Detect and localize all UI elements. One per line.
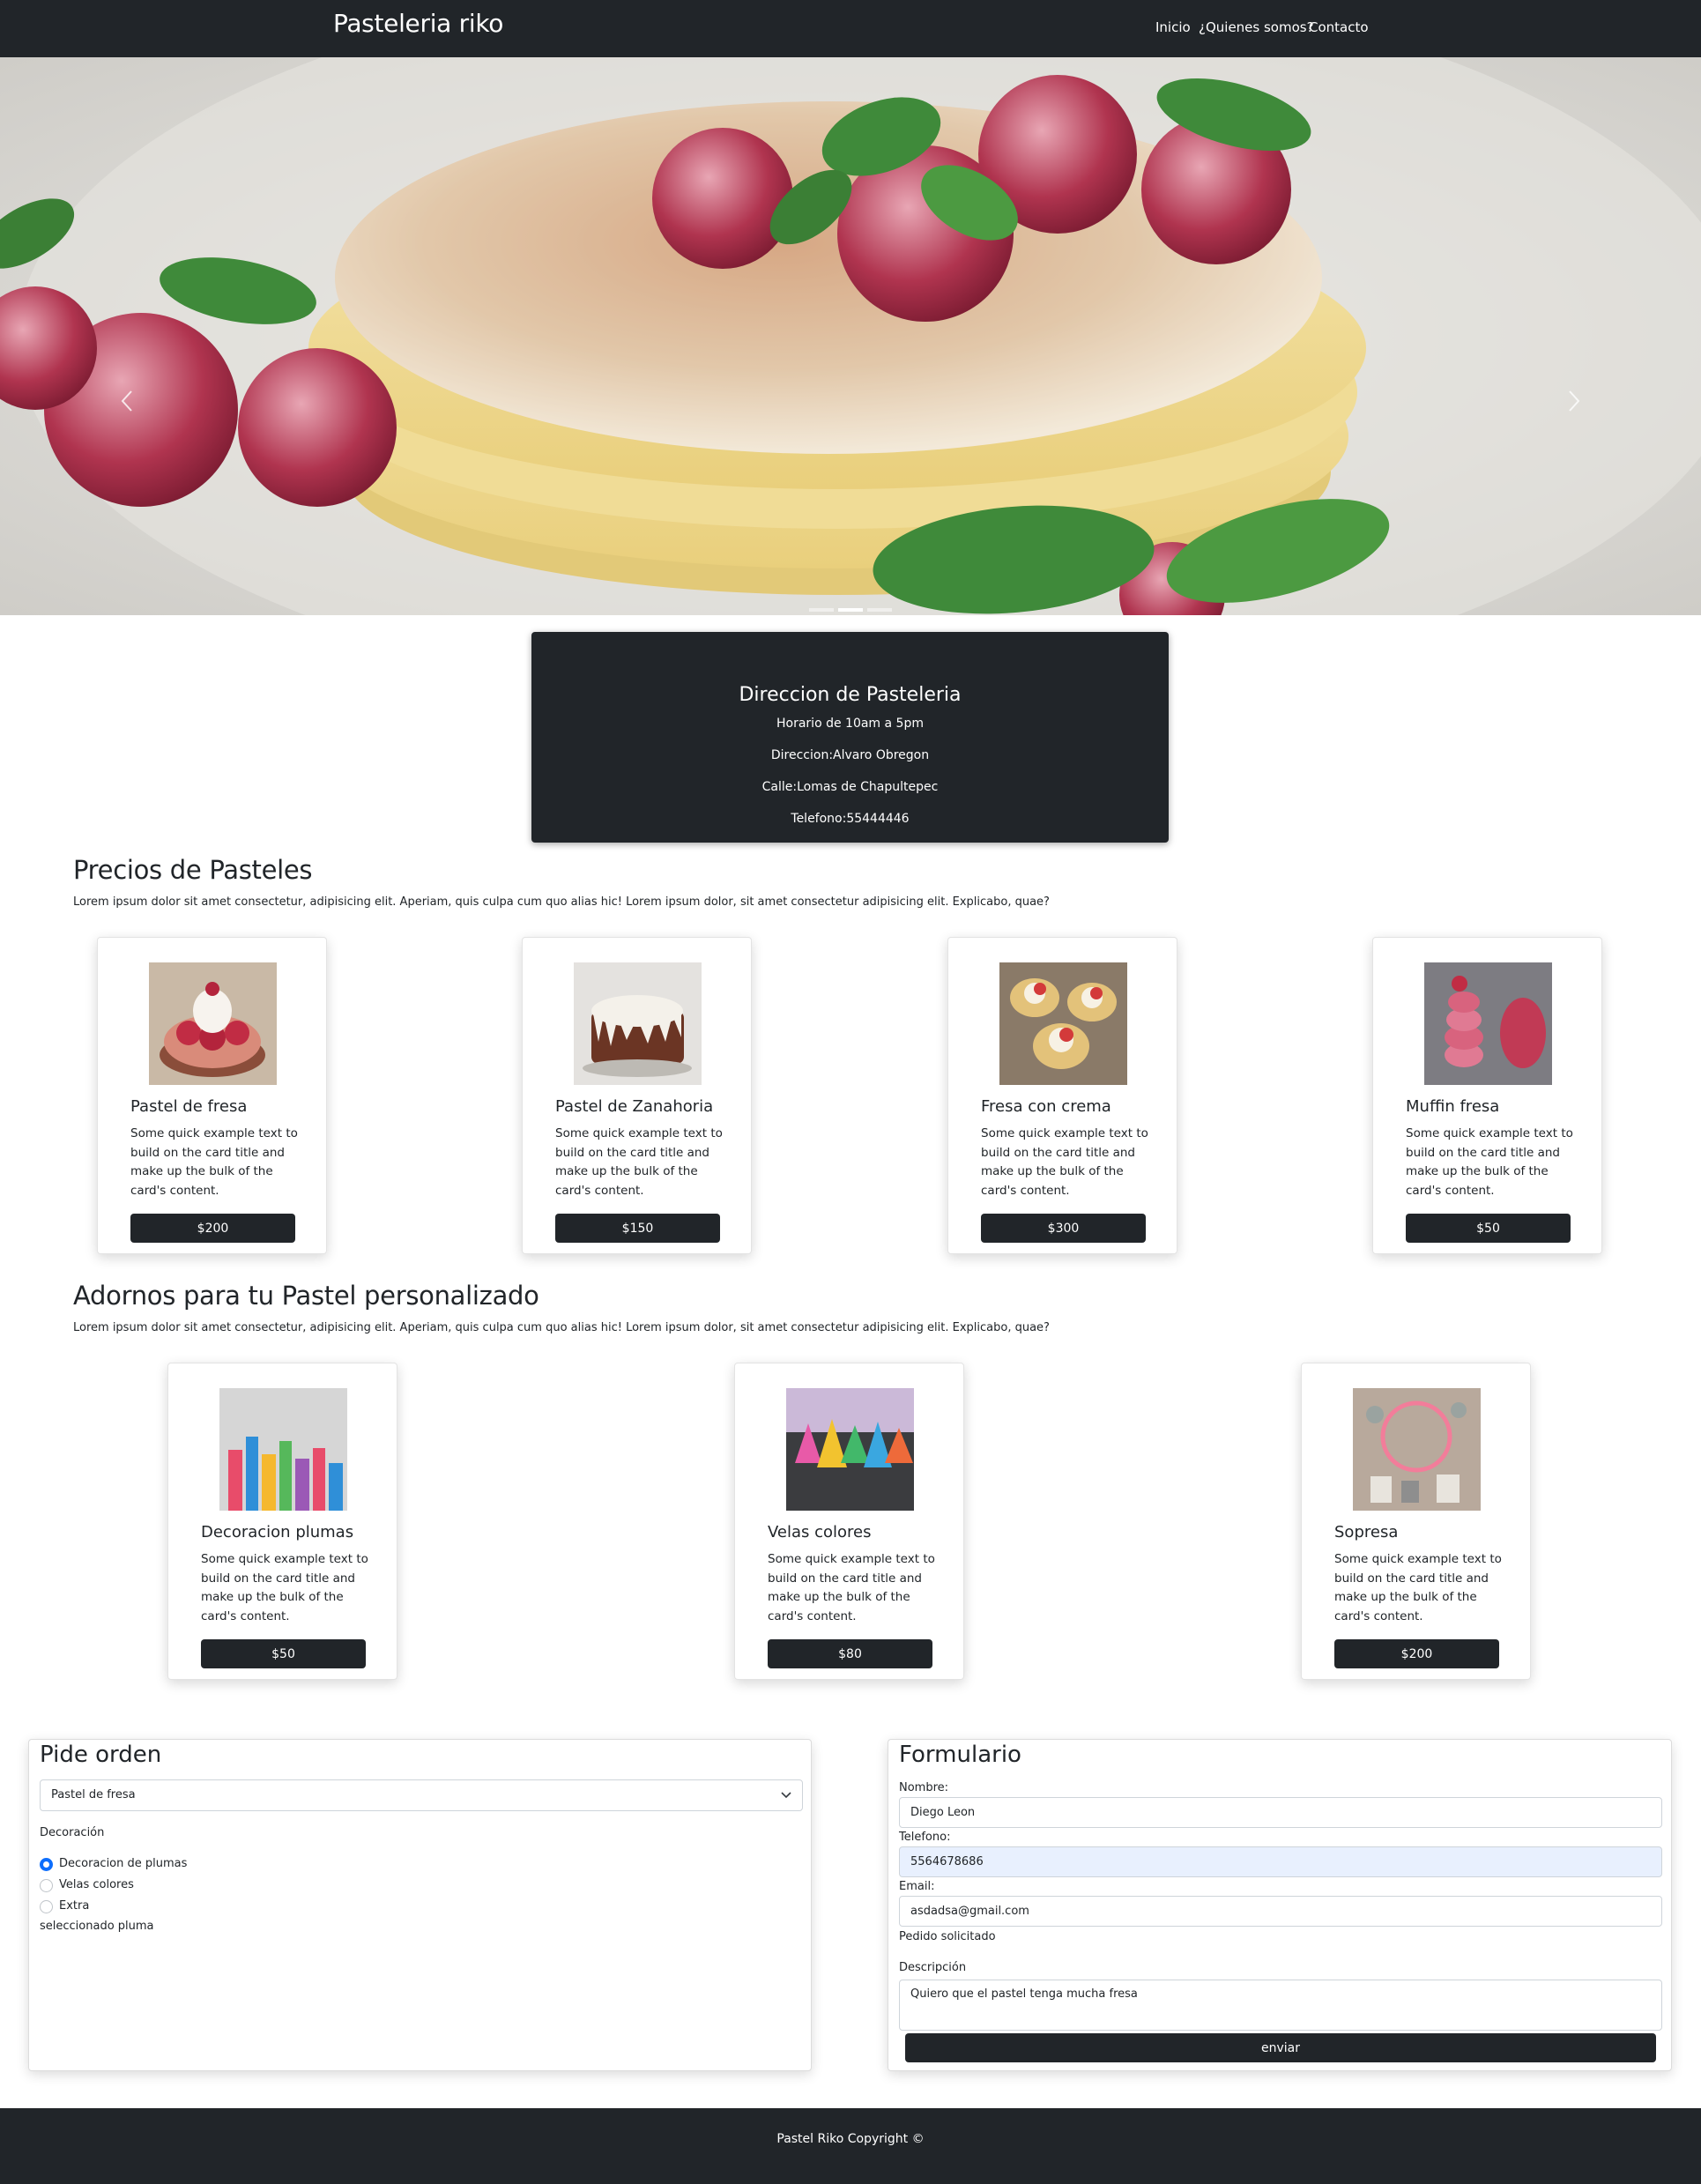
card-title: Pastel de fresa xyxy=(130,1097,248,1116)
card-text: Some quick example text to build on the … xyxy=(130,1126,298,1198)
radio-checked-icon[interactable] xyxy=(40,1858,53,1871)
nav-link-quienes-somos[interactable]: ¿Quienes somos? xyxy=(1199,19,1314,35)
card-title: Velas colores xyxy=(768,1523,872,1541)
radio-extra[interactable]: Extra xyxy=(40,1899,216,1915)
card-title: Fresa con crema xyxy=(981,1097,1111,1116)
hero-carousel xyxy=(0,57,1701,615)
product-image-pastel-fresa xyxy=(149,962,277,1085)
name-field[interactable]: Diego Leon xyxy=(899,1797,1662,1828)
address-phone: Telefono:55444446 xyxy=(791,812,910,826)
footer: Pastel Riko Copyright © xyxy=(0,2108,1701,2184)
address-title: Direccion de Pasteleria xyxy=(739,684,962,706)
decoration-card: Velas colores Some quick example text to… xyxy=(734,1363,964,1680)
product-card: Muffin fresa Some quick example text to … xyxy=(1372,937,1602,1254)
requested-order-label: Pedido solicitado xyxy=(899,1930,996,1943)
chevron-right-icon xyxy=(1569,390,1580,412)
description-textarea[interactable]: Quiero que el pastel tenga mucha fresa xyxy=(899,1980,1662,2031)
address-hours: Horario de 10am a 5pm xyxy=(776,717,924,731)
price-button[interactable]: $150 xyxy=(555,1214,720,1243)
footer-copyright: Pastel Riko Copyright © xyxy=(776,2132,925,2146)
navbar: Pasteleria riko Inicio ¿Quienes somos? C… xyxy=(0,0,1701,57)
nav-link-contacto[interactable]: Contacto xyxy=(1309,19,1369,35)
card-text: Some quick example text to build on the … xyxy=(555,1126,723,1198)
price-button[interactable]: $50 xyxy=(1406,1214,1571,1243)
submit-button[interactable]: enviar xyxy=(905,2033,1656,2062)
product-image-muffin-fresa xyxy=(1424,962,1552,1085)
prices-text: Lorem ipsum dolor sit amet consectetur, … xyxy=(73,895,1050,909)
card-title: Pastel de Zanahoria xyxy=(555,1097,714,1116)
form-panel: Formulario Nombre: Diego Leon Telefono: … xyxy=(888,1739,1672,2071)
cake-select[interactable]: Pastel de fresa xyxy=(40,1779,803,1811)
card-title: Sopresa xyxy=(1334,1523,1399,1541)
address-box: Direccion de Pasteleria Horario de 10am … xyxy=(531,632,1169,843)
carousel-indicator-3[interactable] xyxy=(867,608,892,612)
phone-field[interactable]: 5564678686 xyxy=(899,1846,1662,1877)
name-label: Nombre: xyxy=(899,1781,949,1794)
card-text: Some quick example text to build on the … xyxy=(201,1552,368,1623)
nav-link-inicio[interactable]: Inicio xyxy=(1155,19,1191,35)
price-button[interactable]: $50 xyxy=(201,1639,366,1668)
carousel-prev-button[interactable] xyxy=(110,370,145,432)
radio-velas-colores[interactable]: Velas colores xyxy=(40,1878,216,1894)
selected-decoration-text: seleccionado pluma xyxy=(40,1920,154,1933)
product-image-pastel-zanahoria xyxy=(574,962,702,1085)
decoration-label: Decoración xyxy=(40,1826,105,1839)
address-direction: Direccion:Alvaro Obregon xyxy=(770,748,930,762)
decoration-card: Decoracion plumas Some quick example tex… xyxy=(167,1363,397,1680)
decorations-text: Lorem ipsum dolor sit amet consectetur, … xyxy=(73,1321,1050,1334)
prices-title: Precios de Pasteles xyxy=(73,855,313,885)
radio-label: Decoracion de plumas xyxy=(59,1857,188,1870)
card-title: Decoracion plumas xyxy=(201,1523,354,1541)
decorations-title: Adornos para tu Pastel personalizado xyxy=(73,1281,539,1311)
price-button[interactable]: $300 xyxy=(981,1214,1146,1243)
decoration-card: Sopresa Some quick example text to build… xyxy=(1301,1363,1531,1680)
carousel-next-button[interactable] xyxy=(1556,370,1591,432)
cake-select-value: Pastel de fresa xyxy=(51,1788,136,1801)
card-text: Some quick example text to build on the … xyxy=(1334,1552,1502,1623)
email-field[interactable]: asdadsa@gmail.com xyxy=(899,1896,1662,1927)
price-button[interactable]: $200 xyxy=(130,1214,295,1243)
chevron-left-icon xyxy=(121,390,132,412)
brand-logo[interactable]: Pasteleria riko xyxy=(333,9,503,38)
product-card: Pastel de fresa Some quick example text … xyxy=(97,937,327,1254)
product-card: Pastel de Zanahoria Some quick example t… xyxy=(522,937,752,1254)
description-label: Descripción xyxy=(899,1961,967,1974)
email-label: Email: xyxy=(899,1880,935,1893)
phone-label: Telefono: xyxy=(899,1831,951,1844)
address-street: Calle:Lomas de Chapultepec xyxy=(761,780,939,794)
radio-label: Velas colores xyxy=(59,1878,134,1891)
decoration-image-sopresa xyxy=(1353,1388,1481,1511)
card-text: Some quick example text to build on the … xyxy=(768,1552,935,1623)
product-card: Fresa con crema Some quick example text … xyxy=(947,937,1177,1254)
card-title: Muffin fresa xyxy=(1406,1097,1500,1116)
decoration-image-plumas xyxy=(219,1388,347,1511)
carousel-indicator-2[interactable] xyxy=(838,608,863,612)
radio-decoracion-plumas[interactable]: Decoracion de plumas xyxy=(40,1857,216,1873)
hero-image xyxy=(0,57,1701,615)
decoration-image-velas xyxy=(786,1388,914,1511)
order-title: Pide orden xyxy=(40,1742,162,1768)
card-text: Some quick example text to build on the … xyxy=(1406,1126,1573,1198)
radio-unchecked-icon[interactable] xyxy=(40,1900,53,1913)
radio-label: Extra xyxy=(59,1899,90,1913)
price-button[interactable]: $80 xyxy=(768,1639,932,1668)
form-title: Formulario xyxy=(899,1742,1021,1768)
radio-unchecked-icon[interactable] xyxy=(40,1879,53,1892)
chevron-down-icon xyxy=(781,1792,791,1799)
card-text: Some quick example text to build on the … xyxy=(981,1126,1148,1198)
order-panel: Pide orden Pastel de fresa Decoración De… xyxy=(28,1739,812,2071)
price-button[interactable]: $200 xyxy=(1334,1639,1499,1668)
carousel-indicator-1[interactable] xyxy=(809,608,834,612)
product-image-fresa-crema xyxy=(999,962,1127,1085)
